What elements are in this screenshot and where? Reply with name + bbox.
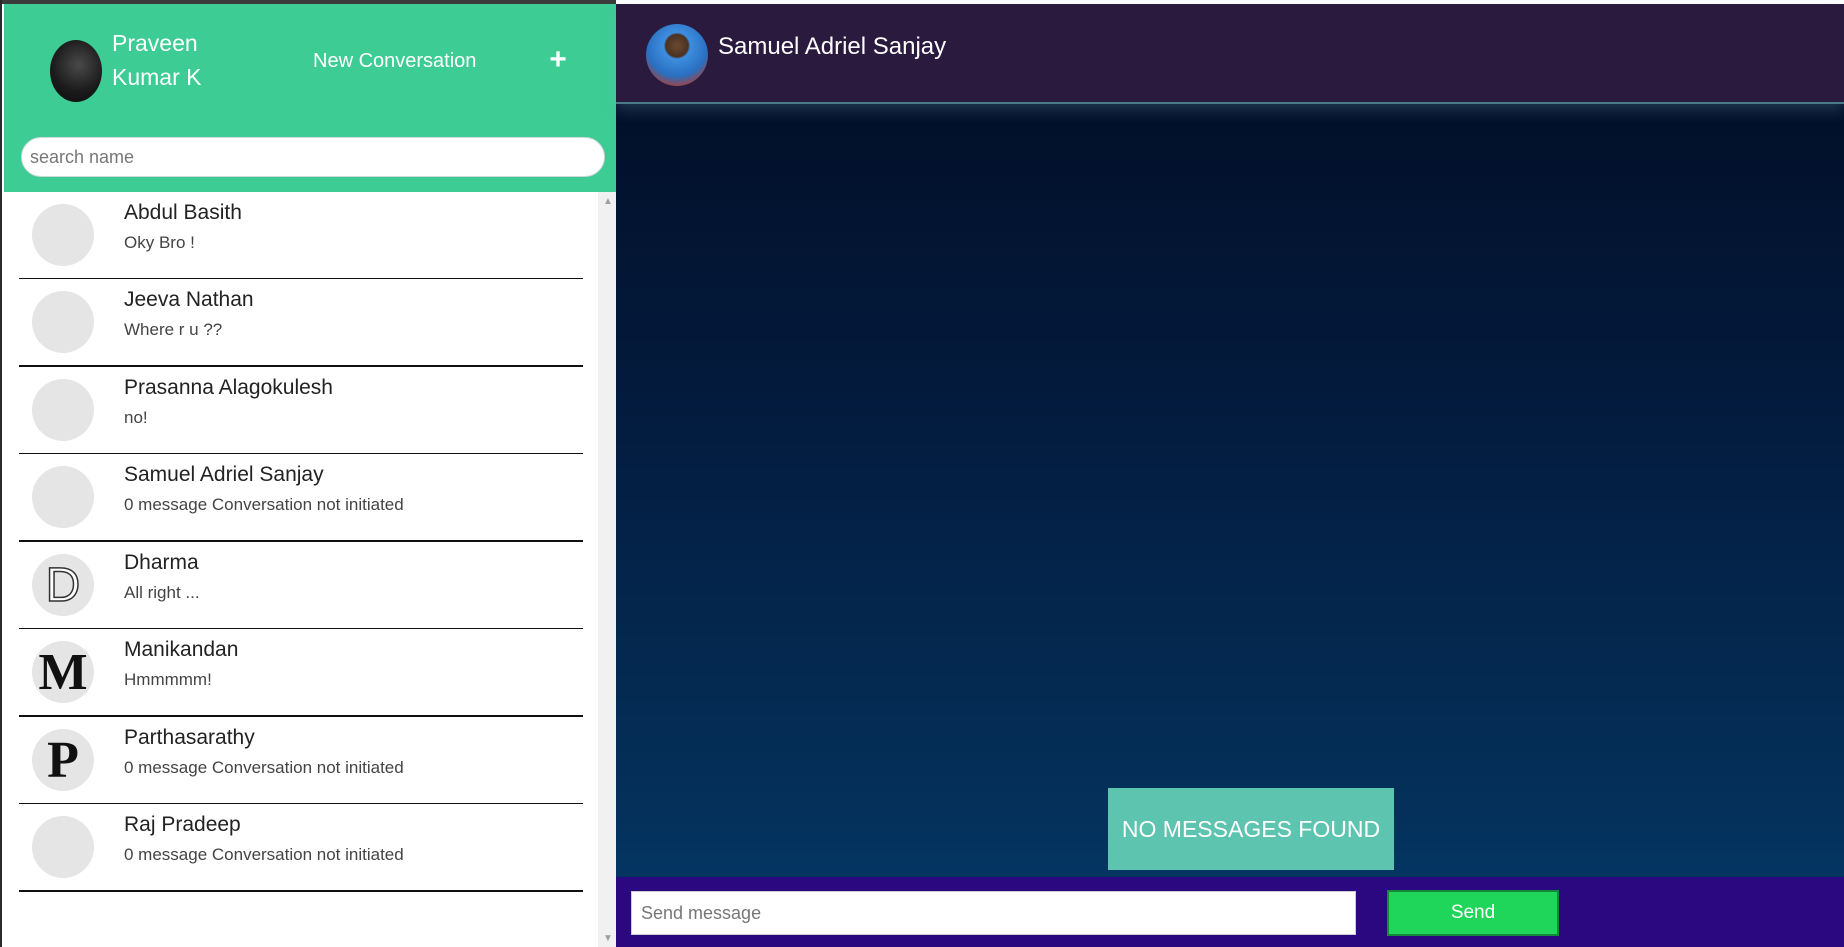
conversation-last-message: no! <box>124 408 148 427</box>
avatar <box>32 291 94 353</box>
chat-panel: Samuel Adriel Sanjay NO MESSAGES FOUND S… <box>616 0 1844 947</box>
conversation-last-message: Where r u ?? <box>124 320 223 339</box>
search-input[interactable] <box>21 137 605 177</box>
conversation-item-parthasarathy[interactable]: P Parthasarathy 0 message Conversation n… <box>19 717 583 805</box>
avatar: P <box>32 729 94 791</box>
avatar <box>32 204 94 266</box>
conversation-item-jeeva-nathan[interactable]: Jeeva Nathan Where r u ?? <box>19 279 583 367</box>
avatar <box>32 816 94 878</box>
empty-state-message: NO MESSAGES FOUND <box>1108 788 1394 870</box>
chat-header: Samuel Adriel Sanjay <box>616 4 1844 104</box>
conversation-last-message: 0 message Conversation not initiated <box>124 845 404 864</box>
conversation-last-message: All right ... <box>124 583 200 602</box>
conversation-last-message: 0 message Conversation not initiated <box>124 495 404 514</box>
scroll-down-arrow-icon[interactable]: ▼ <box>598 931 618 947</box>
avatar <box>32 379 94 441</box>
conversation-item-dharma[interactable]: D Dharma All right ... <box>19 542 583 630</box>
peer-name: Samuel Adriel Sanjay <box>718 33 947 60</box>
plus-icon[interactable]: + <box>544 42 572 78</box>
conversation-last-message: Oky Bro ! <box>124 233 195 252</box>
send-button[interactable]: Send <box>1387 890 1559 936</box>
conversation-name: Manikandan <box>124 638 239 661</box>
message-composer: Send <box>616 877 1844 947</box>
avatar: M <box>32 641 94 703</box>
conversation-item-raj-pradeep[interactable]: Raj Pradeep 0 message Conversation not i… <box>19 804 583 892</box>
avatar: D <box>32 554 94 616</box>
conversation-name: Abdul Basith <box>124 201 242 224</box>
conversation-name: Prasanna Alagokulesh <box>124 376 333 399</box>
user-name: Praveen Kumar K <box>112 30 202 90</box>
conversation-list[interactable]: Abdul Basith Oky Bro ! Jeeva Nathan Wher… <box>4 192 618 947</box>
user-avatar[interactable] <box>50 40 102 102</box>
conversation-last-message: 0 message Conversation not initiated <box>124 758 404 777</box>
scroll-up-arrow-icon[interactable]: ▲ <box>598 194 618 210</box>
conversation-name: Parthasarathy <box>124 726 255 749</box>
conversation-item-manikandan[interactable]: M Manikandan Hmmmmm! <box>19 629 583 717</box>
sidebar: Praveen Kumar K New Conversation + Abdul… <box>0 0 618 947</box>
conversation-name: Jeeva Nathan <box>124 288 254 311</box>
sidebar-header: Praveen Kumar K New Conversation + <box>4 4 618 192</box>
scrollbar[interactable]: ▲ ▼ <box>598 192 618 947</box>
conversation-item-prasanna-alagokulesh[interactable]: Prasanna Alagokulesh no! <box>19 367 583 455</box>
conversation-name: Raj Pradeep <box>124 813 241 836</box>
conversation-name: Samuel Adriel Sanjay <box>124 463 324 486</box>
message-input[interactable] <box>631 891 1356 935</box>
conversation-item-abdul-basith[interactable]: Abdul Basith Oky Bro ! <box>19 192 583 280</box>
conversation-item-samuel-adriel-sanjay[interactable]: Samuel Adriel Sanjay 0 message Conversat… <box>19 454 583 542</box>
conversation-last-message: Hmmmmm! <box>124 670 212 689</box>
conversation-name: Dharma <box>124 551 199 574</box>
avatar <box>32 466 94 528</box>
new-conversation-button[interactable]: New Conversation <box>313 46 476 76</box>
peer-avatar[interactable] <box>646 24 708 86</box>
